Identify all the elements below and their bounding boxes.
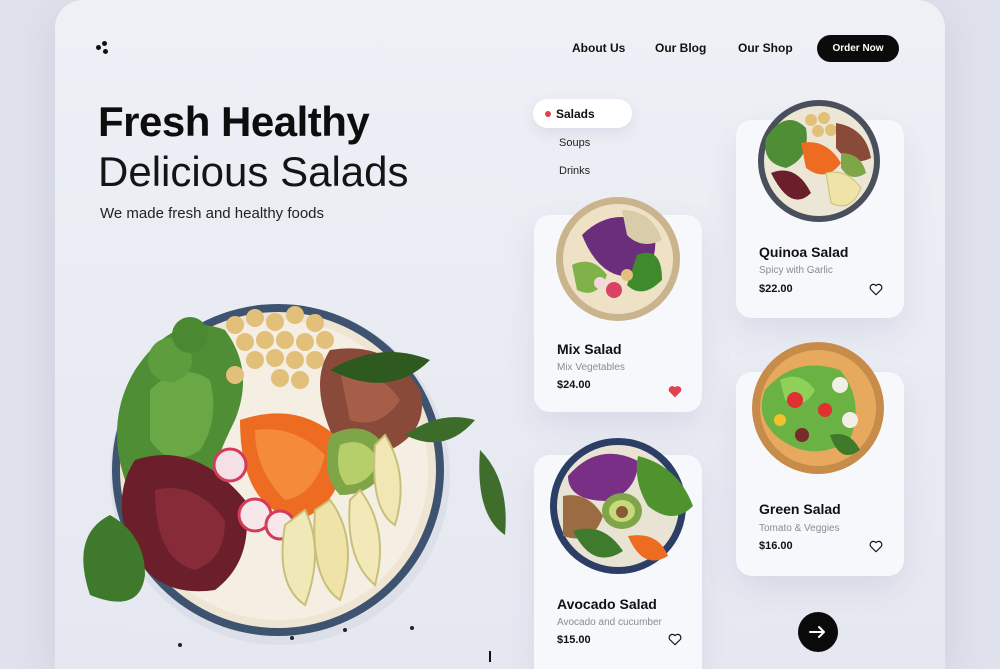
logo-icon[interactable] (96, 41, 110, 55)
card-quinoa-salad-desc: Spicy with Garlic (759, 265, 833, 276)
green-salad-image (752, 342, 884, 474)
mix-salad-image (556, 197, 680, 321)
heart-icon[interactable] (668, 633, 682, 646)
card-mix-salad-price: $24.00 (557, 379, 591, 391)
card-quinoa-salad-price: $22.00 (759, 283, 793, 295)
category-salads-label: Salads (556, 106, 595, 121)
hero-salad-bowl-image (83, 304, 506, 647)
heart-icon[interactable] (869, 540, 883, 553)
order-now-button[interactable]: Order Now (817, 35, 899, 62)
card-avocado-salad-price: $15.00 (557, 634, 591, 646)
card-avocado-salad-desc: Avocado and cucumber (557, 617, 662, 628)
text-cursor-marker (489, 651, 491, 662)
card-avocado-salad-name: Avocado Salad (557, 596, 657, 612)
avocado-salad-image (550, 438, 693, 574)
category-soups[interactable]: Soups (559, 137, 590, 149)
card-mix-salad-desc: Mix Vegetables (557, 362, 625, 373)
nav-about-us[interactable]: About Us (572, 41, 625, 55)
heart-icon[interactable] (869, 283, 883, 296)
card-green-salad-name: Green Salad (759, 501, 841, 517)
quinoa-salad-image (758, 100, 880, 222)
card-green-salad-desc: Tomato & Veggies (759, 523, 840, 534)
heart-icon[interactable] (668, 385, 682, 398)
hero-subtitle: We made fresh and healthy foods (100, 205, 325, 222)
nav-our-blog[interactable]: Our Blog (655, 41, 706, 55)
nav-our-shop[interactable]: Our Shop (738, 41, 793, 55)
card-mix-salad-name: Mix Salad (557, 341, 622, 357)
arrow-right-icon (809, 626, 825, 638)
hero-title-line2: Delicious Salads (98, 148, 409, 195)
card-green-salad-price: $16.00 (759, 540, 793, 552)
active-dot-icon (545, 110, 551, 117)
next-button[interactable] (798, 612, 838, 652)
card-quinoa-salad-name: Quinoa Salad (759, 244, 849, 260)
category-salads[interactable]: Salads (533, 99, 632, 128)
category-drinks[interactable]: Drinks (559, 165, 590, 177)
hero-title-line1: Fresh Healthy (98, 98, 370, 145)
